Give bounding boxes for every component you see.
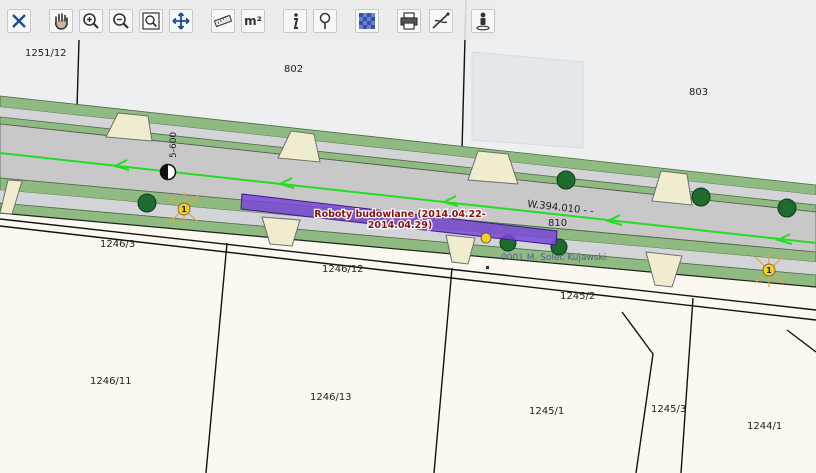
parcel-label: 1251/12 [25,48,67,59]
person-icon [476,12,490,31]
parcel-label: 1246/3 [100,239,135,250]
map-canvas[interactable]: 1 1 1251/12 802 803 1246/3 1246/12 1245/… [0,0,816,473]
roadworks-label-line2: 2014.04.29) [368,220,432,231]
accident-marker-partial[interactable] [480,232,492,244]
roadworks-label-line1: Roboty budowlane (2014.04.22- [314,209,485,220]
pin-icon [319,12,331,29]
parcel-label: 803 [689,87,708,98]
zoom-out-button[interactable] [109,9,133,33]
map-toolbar: m² [0,0,496,40]
info-icon [293,13,299,29]
zoom-in-button[interactable] [79,9,103,33]
zoom-out-icon [113,13,129,29]
ruler-icon [213,14,233,28]
parcel-label: 1244/1 [747,421,782,432]
close-icon [12,14,26,28]
parcel-label: 802 [284,64,303,75]
hand-icon [54,13,68,30]
profile-button[interactable] [429,9,453,33]
measure-area-button[interactable]: m² [241,9,265,33]
grid-pattern-icon [359,13,375,29]
move-arrows-icon [172,12,190,30]
area-icon: m² [244,14,262,28]
parcel-label: 1246/11 [90,376,132,387]
identify-button[interactable] [313,9,337,33]
parcel-label: 1246/12 [322,264,364,275]
point-marker [486,266,489,269]
printer-icon [400,12,418,30]
parcel-label: 1245/2 [560,291,595,302]
close-button[interactable] [7,9,31,33]
zoom-window-icon [142,12,160,30]
print-button[interactable] [397,9,421,33]
locality-label: 0001 M. Solec Kujawski [501,253,606,263]
street-view-button[interactable] [471,9,495,33]
info-button[interactable] [283,9,307,33]
pan-button[interactable] [49,9,73,33]
layers-button[interactable] [355,9,379,33]
building-footprint [471,51,584,149]
measure-length-button[interactable] [211,9,235,33]
gauge-label: 5-600 [169,132,179,158]
accident-count: 1 [766,266,772,275]
station-icon[interactable] [159,163,177,181]
accident-count: 1 [181,205,187,214]
parcel-label: 1245/1 [529,406,564,417]
profile-line-icon [432,12,450,29]
parcel-label: 810 [548,218,567,229]
parcel-label: 1246/13 [310,392,352,403]
parcel-label: 1245/3 [651,404,686,415]
zoom-in-icon [83,13,99,29]
full-extent-button[interactable] [169,9,193,33]
zoom-window-button[interactable] [139,9,163,33]
